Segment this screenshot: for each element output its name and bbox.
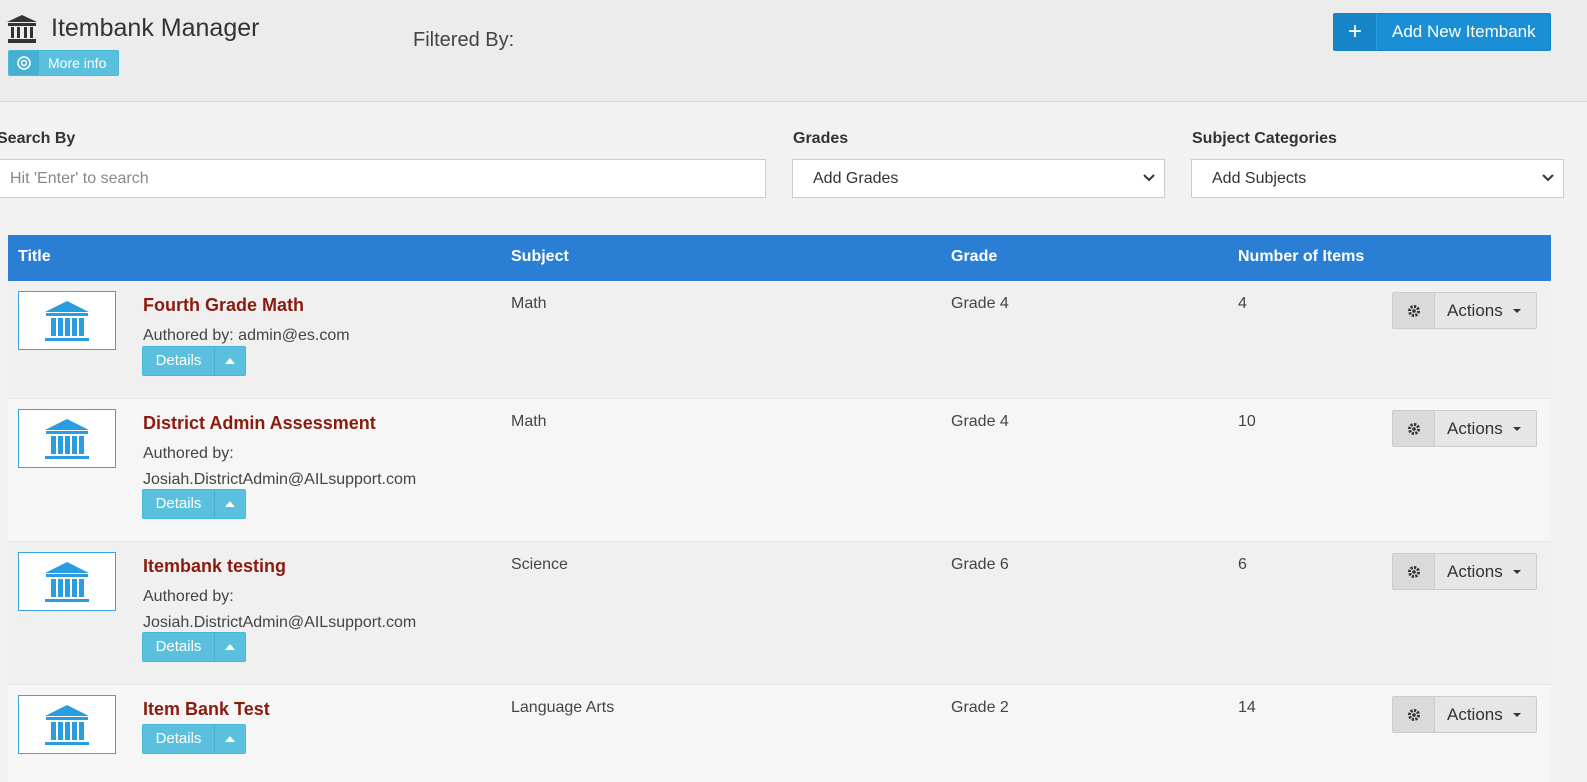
details-label: Details [143, 490, 215, 518]
author-line: Authored by: [143, 445, 234, 462]
caret-down-icon [1512, 712, 1521, 717]
itembank-library-icon [45, 561, 89, 602]
item-count-cell: 14 [1238, 699, 1256, 716]
search-input[interactable] [0, 159, 766, 198]
add-itembank-label: Add New Itembank [1392, 22, 1536, 41]
author-line: Authored by: [143, 588, 234, 605]
grades-select-value: Add Grades [813, 169, 899, 187]
subject-cell: Math [511, 413, 547, 430]
actions-label: Actions [1447, 704, 1503, 724]
itembank-title-link[interactable]: Item Bank Test [143, 699, 270, 720]
subject-cell: Math [511, 295, 547, 312]
actions-label: Actions [1447, 561, 1503, 581]
filtered-by-label: Filtered By: [413, 29, 515, 51]
more-info-label: More info [48, 55, 107, 71]
actions-dropdown[interactable]: Actions [1392, 410, 1537, 447]
itembank-thumbnail[interactable] [18, 291, 116, 350]
gear-icon [1393, 554, 1435, 589]
details-button[interactable]: Details [142, 489, 246, 519]
itembank-author: Authored by: Josiah.DistrictAdmin@AILsup… [143, 584, 463, 636]
column-header-subject[interactable]: Subject [511, 248, 569, 266]
gear-icon [1393, 293, 1435, 328]
caret-up-icon[interactable] [215, 736, 245, 742]
itembank-library-icon [45, 704, 89, 745]
item-count-cell: 4 [1238, 295, 1247, 312]
caret-down-icon [1512, 308, 1521, 313]
caret-down-icon [1512, 426, 1521, 431]
plus-icon: + [1334, 14, 1377, 50]
chevron-down-icon [1143, 174, 1155, 182]
actions-dropdown[interactable]: Actions [1392, 292, 1537, 329]
details-button[interactable]: Details [142, 632, 246, 662]
table-body: Fourth Grade Math Authored by: admin@es.… [8, 281, 1551, 782]
actions-dropdown[interactable]: Actions [1392, 553, 1537, 590]
actions-dropdown[interactable]: Actions [1392, 696, 1537, 733]
item-count-cell: 10 [1238, 413, 1256, 430]
caret-up-icon[interactable] [215, 644, 245, 650]
itembank-thumbnail[interactable] [18, 695, 116, 754]
itembank-library-icon [45, 300, 89, 341]
bank-icon [7, 15, 37, 43]
grades-label: Grades [793, 130, 849, 147]
table-row: Itembank testing Authored by: Josiah.Dis… [8, 542, 1551, 685]
subjects-select-value: Add Subjects [1212, 169, 1307, 187]
subject-categories-label: Subject Categories [1192, 130, 1337, 147]
search-by-label: Search By [0, 130, 76, 147]
table-row: Fourth Grade Math Authored by: admin@es.… [8, 281, 1551, 399]
chevron-down-icon [1542, 174, 1554, 182]
grade-cell: Grade 4 [951, 413, 1009, 430]
details-button[interactable]: Details [142, 346, 246, 376]
column-header-title[interactable]: Title [18, 248, 51, 266]
caret-up-icon[interactable] [215, 501, 245, 507]
grades-select[interactable]: Add Grades [792, 159, 1165, 198]
actions-label: Actions [1447, 300, 1503, 320]
details-label: Details [143, 633, 215, 661]
table-row: District Admin Assessment Authored by: J… [8, 399, 1551, 542]
details-label: Details [143, 347, 215, 375]
itembank-title-link[interactable]: District Admin Assessment [143, 413, 376, 434]
more-info-button[interactable]: More info [8, 50, 119, 76]
itembank-author: Authored by: Josiah.DistrictAdmin@AILsup… [143, 441, 463, 493]
info-icon [9, 51, 39, 75]
table-header: Title Subject Grade Number of Items [8, 235, 1551, 281]
grade-cell: Grade 4 [951, 295, 1009, 312]
details-label: Details [143, 725, 215, 753]
subjects-select[interactable]: Add Subjects [1191, 159, 1564, 198]
page-title: Itembank Manager [51, 14, 260, 42]
column-header-number-of-items[interactable]: Number of Items [1238, 248, 1364, 266]
itembank-title-link[interactable]: Fourth Grade Math [143, 295, 304, 316]
grade-cell: Grade 2 [951, 699, 1009, 716]
itembank-library-icon [45, 418, 89, 459]
itembank-title-link[interactable]: Itembank testing [143, 556, 286, 577]
add-itembank-button[interactable]: + Add New Itembank [1333, 13, 1551, 51]
table-row: Item Bank Test Details Language Arts Gra… [8, 685, 1551, 782]
caret-up-icon[interactable] [215, 358, 245, 364]
itembank-table: Title Subject Grade Number of Items Four… [8, 235, 1551, 782]
gear-icon [1393, 697, 1435, 732]
column-header-grade[interactable]: Grade [951, 248, 997, 266]
item-count-cell: 6 [1238, 556, 1247, 573]
gear-icon [1393, 411, 1435, 446]
itembank-thumbnail[interactable] [18, 409, 116, 468]
subject-cell: Science [511, 556, 568, 573]
itembank-thumbnail[interactable] [18, 552, 116, 611]
subject-cell: Language Arts [511, 699, 615, 716]
caret-down-icon [1512, 569, 1521, 574]
grade-cell: Grade 6 [951, 556, 1009, 573]
actions-label: Actions [1447, 418, 1503, 438]
details-button[interactable]: Details [142, 724, 246, 754]
page-header: Itembank Manager More info Filtered By: … [0, 0, 1587, 102]
